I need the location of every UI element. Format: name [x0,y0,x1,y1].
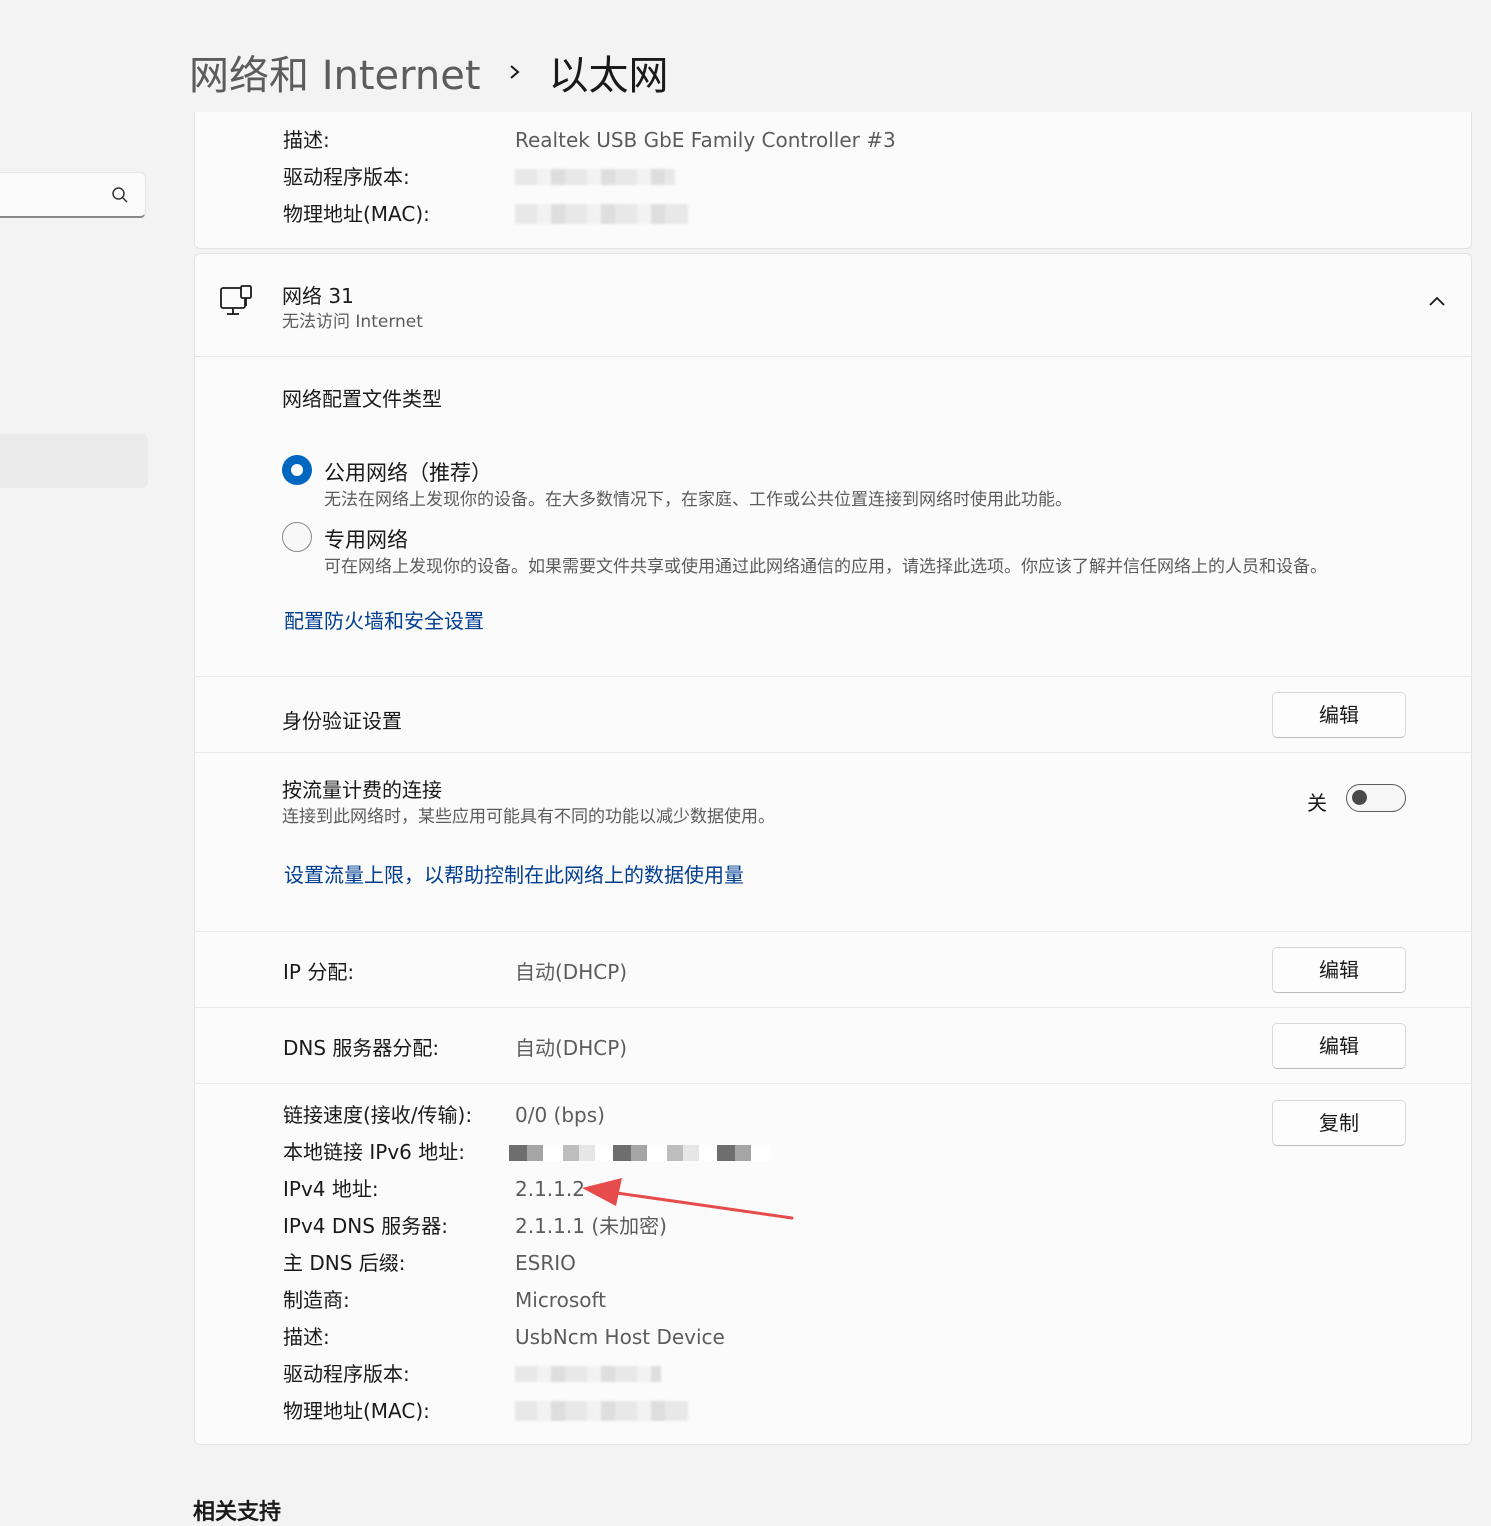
detail-value: ESRIO [515,1251,576,1275]
ethernet-icon [220,285,252,315]
auth-edit-button[interactable]: 编辑 [1272,692,1406,738]
public-network-label[interactable]: 公用网络（推荐） [324,457,492,487]
dns-assignment-label: DNS 服务器分配: [283,1036,440,1060]
private-network-desc: 可在网络上发现你的设备。如果需要文件共享或使用通过此网络通信的应用，请选择此选项… [324,557,1327,577]
related-support-heading: 相关支持 [193,1500,282,1525]
auth-settings-label: 身份验证设置 [282,709,402,733]
divider [195,1007,1471,1008]
chevron-up-icon[interactable] [1427,294,1447,308]
private-network-radio[interactable] [282,522,312,552]
divider [195,752,1471,753]
detail-key: 物理地址(MAC): [283,202,430,226]
copy-button[interactable]: 复制 [1272,1100,1406,1146]
network-name: 网络 31 [282,284,354,308]
ip-assignment-label: IP 分配: [283,960,355,984]
detail-key: 物理地址(MAC): [283,1399,430,1423]
metered-connection-label: 按流量计费的连接 [282,778,442,802]
ip-edit-button[interactable]: 编辑 [1272,947,1406,993]
private-network-label[interactable]: 专用网络 [324,524,408,554]
network-status: 无法访问 Internet [282,312,423,332]
detail-value: UsbNcm Host Device [515,1325,725,1349]
search-input[interactable] [0,172,146,218]
detail-value: 0/0 (bps) [515,1103,605,1127]
redacted-value [515,1401,689,1421]
ipv4-address-value: 2.1.1.2 [515,1177,585,1201]
search-icon [112,187,128,203]
ip-assignment-value: 自动(DHCP) [515,960,628,984]
detail-key: 驱动程序版本: [283,1362,410,1386]
detail-key: IPv4 DNS 服务器: [283,1214,449,1238]
sidebar-selected-item[interactable] [0,434,148,488]
metered-toggle-state: 关 [1307,791,1327,815]
breadcrumb: 网络和 Internet 以太网 [189,42,669,102]
detail-key: 制造商: [283,1288,350,1312]
adapter-details-card: 描述: Realtek USB GbE Family Controller #3… [194,112,1472,249]
metered-connection-desc: 连接到此网络时，某些应用可能具有不同的功能以减少数据使用。 [282,807,775,827]
network-card: 网络 31 无法访问 Internet 网络配置文件类型 公用网络（推荐） 无法… [194,253,1472,1445]
detail-key: IPv4 地址: [283,1177,379,1201]
divider [195,931,1471,932]
data-limit-link[interactable]: 设置流量上限，以帮助控制在此网络上的数据使用量 [284,859,744,888]
page-title: 以太网 [548,53,669,99]
dns-assignment-value: 自动(DHCP) [515,1036,628,1060]
redacted-value [515,169,675,185]
detail-value: Microsoft [515,1288,607,1312]
annotation-arrow-icon [582,1178,794,1220]
breadcrumb-parent[interactable]: 网络和 Internet [189,43,481,101]
dns-edit-button[interactable]: 编辑 [1272,1023,1406,1069]
detail-key: 描述: [283,128,330,152]
chevron-right-icon [509,65,520,79]
divider [195,676,1471,677]
redacted-value [509,1145,771,1161]
detail-key: 驱动程序版本: [283,165,410,189]
divider [195,1083,1471,1084]
detail-key: 主 DNS 后缀: [283,1251,406,1275]
public-network-radio[interactable] [282,455,312,485]
detail-value: Realtek USB GbE Family Controller #3 [515,128,896,152]
redacted-value [515,1366,661,1382]
firewall-settings-link[interactable]: 配置防火墙和安全设置 [284,605,484,634]
profile-type-title: 网络配置文件类型 [282,387,442,411]
detail-key: 描述: [283,1325,330,1349]
metered-toggle[interactable] [1346,784,1406,812]
detail-key: 本地链接 IPv6 地址: [283,1140,465,1164]
detail-key: 链接速度(接收/传输): [283,1103,473,1127]
network-header[interactable]: 网络 31 无法访问 Internet [195,254,1471,357]
public-network-desc: 无法在网络上发现你的设备。在大多数情况下，在家庭、工作或公共位置连接到网络时使用… [324,490,1072,510]
redacted-value [515,204,689,224]
